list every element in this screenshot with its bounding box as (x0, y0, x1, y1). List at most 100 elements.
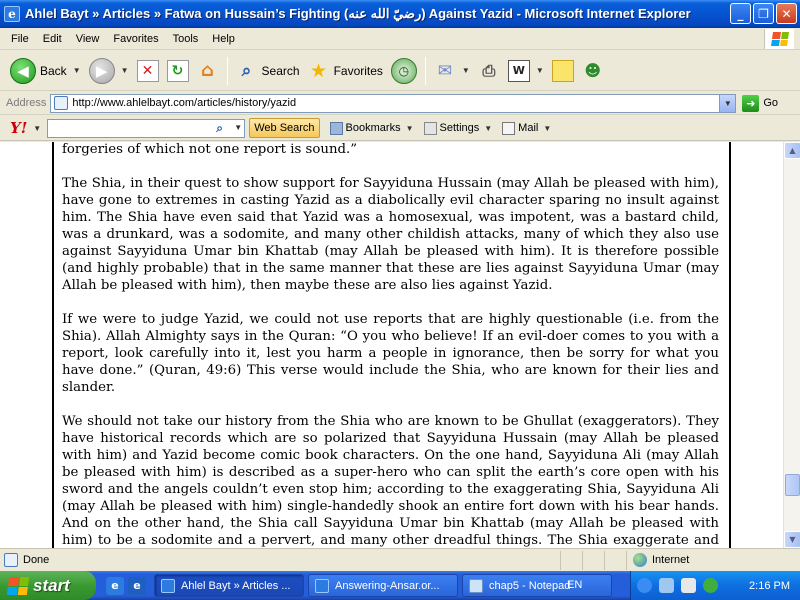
settings-label: Settings (439, 122, 480, 134)
scroll-up-button[interactable]: ▲ (784, 142, 800, 159)
stop-icon: ✕ (136, 59, 159, 82)
status-bar: Done Internet (0, 548, 800, 571)
edit-dropdown-icon[interactable]: ▼ (536, 66, 544, 75)
bookmarks-label: Bookmarks (345, 122, 401, 134)
language-indicator[interactable]: EN (567, 579, 582, 591)
search-label: Search (261, 63, 300, 78)
yahoo-toolbar: Y! ▼ ⌕ ▼ Web Search Bookmarks ▼ Settings… (0, 116, 800, 141)
bookmarks-button[interactable]: Bookmarks ▼ (329, 121, 414, 135)
edit-button[interactable]: W ▼ (504, 54, 548, 88)
home-icon: ⌂ (201, 60, 214, 81)
status-cell (560, 550, 582, 570)
task-notepad[interactable]: chap5 - Notepad (462, 574, 612, 597)
go-button[interactable]: ➜ Go (742, 94, 779, 112)
article-paragraph: forgeries of which not one report is sou… (62, 142, 358, 157)
tray-arrow-icon[interactable] (637, 578, 652, 593)
address-label: Address (6, 97, 47, 109)
web-search-button[interactable]: Web Search (249, 118, 320, 138)
task-ie-ahlelbayt[interactable]: Ahlel Bayt » Articles ... (154, 574, 304, 597)
yahoo-search-input[interactable] (48, 119, 219, 137)
magnifier-icon: ⌕ (216, 120, 223, 135)
toolbar-separator (226, 56, 228, 85)
restore-button[interactable]: ❐ (753, 3, 774, 24)
browser-quicklaunch-icon[interactable]: e (128, 576, 146, 595)
clock: 2:16 PM (749, 579, 790, 592)
task-ie-answering-ansar[interactable]: Answering-Ansar.or... (308, 574, 458, 597)
mail-dropdown-icon[interactable]: ▼ (462, 66, 470, 75)
mail-icon (502, 121, 516, 135)
stop-button[interactable]: ✕ (133, 54, 163, 88)
article-body: forgeries of which not one report is sou… (62, 142, 719, 548)
network-icon[interactable] (659, 578, 674, 593)
address-field[interactable]: ▼ (50, 93, 737, 113)
internet-globe-icon (633, 553, 647, 567)
search-icon: ⌕ (241, 60, 252, 81)
status-text: Done (23, 554, 50, 566)
minimize-button[interactable]: _ (730, 3, 751, 24)
status-text-area: Done (0, 553, 560, 567)
mail-button[interactable]: ✉ ▼ (430, 54, 474, 88)
menu-favorites[interactable]: Favorites (106, 33, 165, 45)
menu-bar: File Edit View Favorites Tools Help (0, 28, 800, 50)
messenger-tray-icon[interactable] (703, 578, 718, 593)
home-button[interactable]: ⌂ (193, 54, 223, 88)
back-button[interactable]: ◀ Back ▼ (6, 54, 85, 88)
close-button[interactable]: ✕ (776, 3, 797, 24)
forward-button[interactable]: ▶ ▼ (85, 54, 133, 88)
start-label: start (33, 575, 70, 595)
article-paragraph: We should not take our history from the … (62, 414, 719, 548)
history-button[interactable]: ◷ (387, 54, 421, 88)
refresh-button[interactable]: ↻ (163, 54, 193, 88)
search-dropdown-icon[interactable]: ▼ (234, 123, 242, 132)
yahoo-dropdown-icon[interactable]: ▼ (33, 124, 41, 133)
scroll-thumb[interactable] (785, 474, 800, 496)
mail-label: Mail (518, 122, 539, 134)
scroll-down-button[interactable]: ▼ (784, 531, 800, 548)
settings-button[interactable]: Settings ▼ (423, 121, 492, 135)
discuss-button[interactable] (548, 54, 578, 88)
windows-logo-icon (764, 29, 794, 49)
yahoo-search-box[interactable]: ⌕ ▼ (47, 118, 246, 138)
ie-quicklaunch-icon[interactable]: e (106, 576, 124, 595)
print-button[interactable]: ⎙ (474, 54, 504, 88)
back-dropdown-icon[interactable]: ▼ (73, 66, 81, 75)
start-button[interactable]: start (0, 571, 96, 600)
menu-view[interactable]: View (69, 33, 107, 45)
status-cell (604, 550, 626, 570)
vertical-scrollbar[interactable]: ▲ ▼ (783, 142, 800, 548)
windows-flag-icon (6, 576, 30, 595)
menu-tools[interactable]: Tools (166, 33, 206, 45)
ie-icon: e (4, 6, 20, 22)
window-title-bar[interactable]: e Ahlel Bayt » Articles » Fatwa on Hussa… (0, 0, 800, 28)
article-paragraph: The Shia, in their quest to show support… (62, 176, 719, 293)
search-button[interactable]: ⌕ Search (232, 54, 304, 88)
zone-label: Internet (652, 554, 690, 566)
menu-file[interactable]: File (4, 33, 36, 45)
volume-icon[interactable] (681, 578, 696, 593)
back-arrow-icon: ◀ (10, 57, 36, 84)
page-done-icon (4, 553, 18, 567)
star-icon: ★ (310, 59, 328, 82)
back-label: Back (40, 63, 67, 78)
messenger-icon: ☻ (584, 61, 602, 80)
ie-task-icon (161, 578, 175, 593)
page-content[interactable]: forgeries of which not one report is sou… (0, 142, 783, 548)
word-edit-icon: W (507, 59, 530, 82)
printer-icon: ⎙ (482, 60, 496, 80)
taskbar: start e e Ahlel Bayt » Articles ... Answ… (0, 571, 800, 600)
favorites-button[interactable]: ★ Favorites (304, 54, 387, 88)
yahoo-mail-button[interactable]: Mail ▼ (502, 121, 551, 135)
menu-edit[interactable]: Edit (36, 33, 69, 45)
messenger-button[interactable]: ☻ (578, 54, 608, 88)
system-tray: EN 2:16 PM (567, 571, 800, 600)
address-dropdown-button[interactable]: ▼ (719, 94, 736, 112)
go-label: Go (763, 97, 779, 109)
history-icon: ◷ (390, 57, 417, 84)
menu-help[interactable]: Help (205, 33, 242, 45)
quick-launch: e e (106, 576, 146, 595)
yahoo-logo[interactable]: Y! (10, 119, 27, 137)
address-bar: Address ▼ ➜ Go (0, 92, 800, 115)
url-input[interactable] (72, 97, 713, 109)
toolbar-separator (424, 56, 426, 85)
forward-dropdown-icon[interactable]: ▼ (121, 66, 129, 75)
